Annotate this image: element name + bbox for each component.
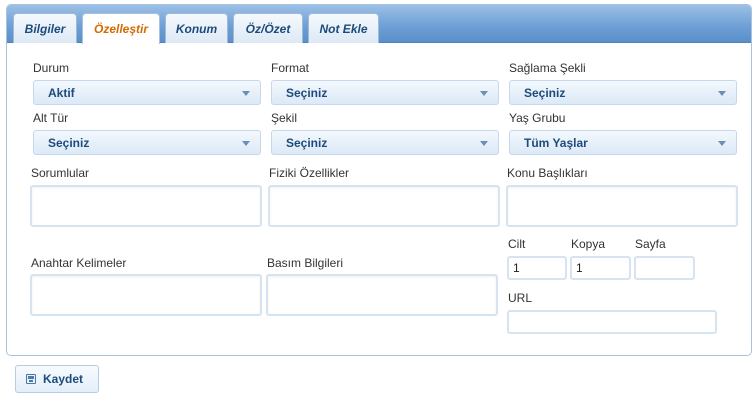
saglama-sekli-value: Seçiniz	[524, 85, 566, 100]
sayfa-input[interactable]	[634, 256, 695, 280]
yas-grubu-select[interactable]: Tüm Yaşlar	[509, 130, 737, 155]
kopya-input[interactable]: 1	[570, 256, 631, 280]
sekil-value: Seçiniz	[286, 135, 328, 150]
durum-select[interactable]: Aktif	[33, 80, 261, 105]
sekil-label: Şekil	[271, 111, 298, 125]
chevron-down-icon	[718, 141, 726, 146]
sorumlular-label: Sorumlular	[31, 166, 90, 180]
durum-value: Aktif	[48, 85, 75, 100]
cilt-label: Cilt	[508, 237, 526, 251]
chevron-down-icon	[480, 141, 488, 146]
yas-grubu-label: Yaş Grubu	[509, 111, 566, 125]
chevron-down-icon	[242, 91, 250, 96]
basim-bilgileri-label: Basım Bilgileri	[267, 256, 344, 270]
yas-grubu-value: Tüm Yaşlar	[524, 135, 588, 150]
tab-konum[interactable]: Konum	[165, 13, 228, 43]
tab-oz-ozet[interactable]: Öz/Özet	[233, 13, 303, 43]
chevron-down-icon	[242, 141, 250, 146]
chevron-down-icon	[718, 91, 726, 96]
cilt-input[interactable]: 1	[507, 256, 567, 280]
url-label: URL	[508, 291, 533, 305]
tab-bilgiler[interactable]: Bilgiler	[13, 13, 77, 43]
alt-tur-label: Alt Tür	[33, 111, 69, 125]
konu-basliklari-label: Konu Başlıkları	[507, 166, 588, 180]
format-value: Seçiniz	[286, 85, 328, 100]
fiziki-ozellikler-label: Fiziki Özellikler	[269, 166, 350, 180]
floppy-disk-icon	[26, 374, 36, 384]
basim-bilgileri-textarea[interactable]	[266, 274, 498, 316]
saglama-sekli-label: Sağlama Şekli	[509, 61, 586, 75]
anahtar-kelimeler-textarea[interactable]	[30, 274, 262, 316]
sekil-select[interactable]: Seçiniz	[271, 130, 499, 155]
kopya-label: Kopya	[571, 237, 606, 251]
konu-basliklari-textarea[interactable]	[506, 185, 738, 227]
alt-tur-select[interactable]: Seçiniz	[33, 130, 261, 155]
fiziki-ozellikler-textarea[interactable]	[268, 185, 500, 227]
alt-tur-value: Seçiniz	[48, 135, 90, 150]
save-button-label: Kaydet	[43, 372, 84, 386]
tab-bar: Bilgiler Özelleştir Konum Öz/Özet Not Ek…	[7, 5, 751, 44]
saglama-sekli-select[interactable]: Seçiniz	[509, 80, 737, 105]
sorumlular-textarea[interactable]	[30, 185, 262, 227]
url-input[interactable]	[507, 310, 717, 334]
save-button[interactable]: Kaydet	[15, 365, 99, 393]
format-label: Format	[271, 61, 310, 75]
tab-not-ekle[interactable]: Not Ekle	[308, 13, 379, 43]
durum-label: Durum	[33, 61, 70, 75]
anahtar-kelimeler-label: Anahtar Kelimeler	[31, 256, 127, 270]
format-select[interactable]: Seçiniz	[271, 80, 499, 105]
chevron-down-icon	[480, 91, 488, 96]
tab-ozellestir[interactable]: Özelleştir	[82, 13, 160, 44]
sayfa-label: Sayfa	[635, 237, 666, 251]
